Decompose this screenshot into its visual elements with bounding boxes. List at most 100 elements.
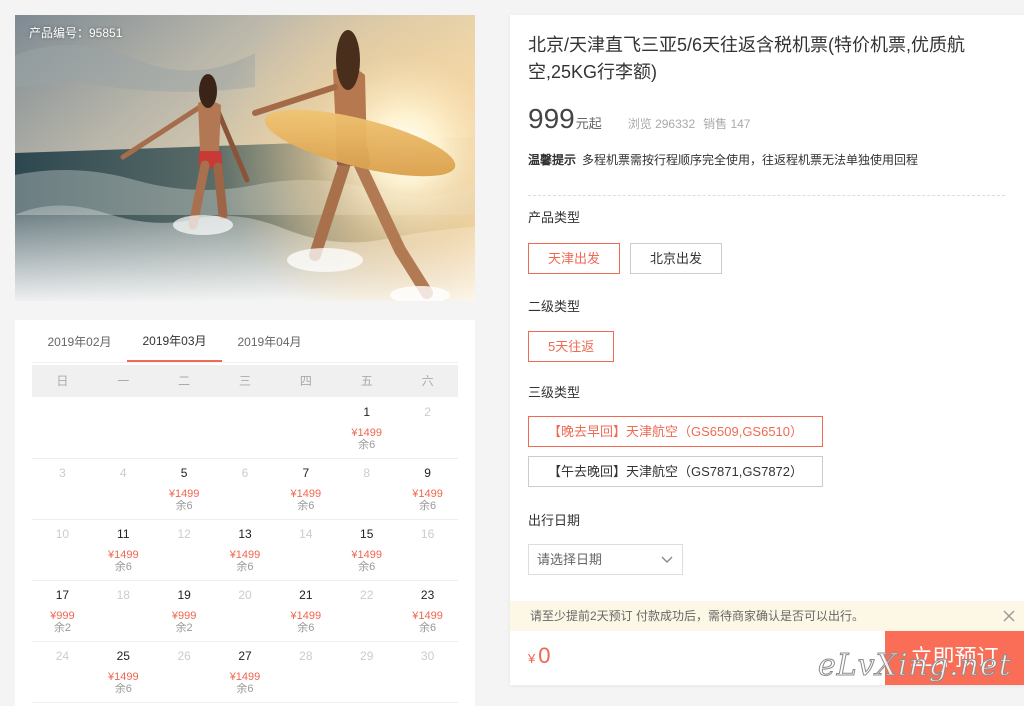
product-info-panel: 北京/天津直飞三亚5/6天往返含税机票(特价机票,优质航空,25KG行李额) 9… xyxy=(510,15,1024,685)
product-title: 北京/天津直飞三亚5/6天往返含税机票(特价机票,优质航空,25KG行李额) xyxy=(528,35,966,82)
weekday-header: 日一二三四五六 xyxy=(32,365,458,397)
day-number: 18 xyxy=(116,588,130,602)
calendar-day-cell[interactable]: 15 ¥1499 余6 xyxy=(336,520,397,580)
calendar-day-cell: 26 xyxy=(154,642,215,702)
tab-divider xyxy=(32,362,458,363)
calendar-day-cell: 12 xyxy=(154,520,215,580)
day-stock: 余6 xyxy=(114,683,132,695)
weekday-label: 日 xyxy=(56,374,69,388)
day-number: 25 xyxy=(116,649,130,663)
calendar-day-cell: 20 xyxy=(215,581,276,641)
book-now-button[interactable]: 立即预订 xyxy=(885,631,1024,685)
product-type-option[interactable]: 天津出发 xyxy=(528,243,621,274)
calendar-day-cell: 8 xyxy=(336,459,397,519)
day-price: ¥1499 xyxy=(290,488,322,500)
calendar-day-cell[interactable]: 9 ¥1499 余6 xyxy=(397,459,458,519)
calendar-day-cell[interactable]: 11 ¥1499 余6 xyxy=(93,520,154,580)
calendar-day-cell[interactable]: 13 ¥1499 余6 xyxy=(215,520,276,580)
total-currency: ¥ xyxy=(528,651,536,666)
notice-bar: 请至少提前2天预订 付款成功后，需待商家确认是否可以出行。 xyxy=(510,601,1024,631)
calendar-day-cell: 10 xyxy=(32,520,93,580)
notice-text: 请至少提前2天预订 付款成功后，需待商家确认是否可以出行。 xyxy=(530,609,865,623)
day-number: 10 xyxy=(55,527,70,541)
calendar-day-cell: 28 xyxy=(275,642,336,702)
day-price: ¥1499 xyxy=(412,610,443,622)
weekday-label: 三 xyxy=(238,374,251,388)
date-select-placeholder: 请选择日期 xyxy=(537,552,603,567)
month-tab[interactable]: 2019年02月 xyxy=(32,322,127,362)
day-price: ¥1499 xyxy=(351,549,382,561)
day-stock: 余2 xyxy=(53,622,71,634)
day-number: 20 xyxy=(238,588,252,602)
day-number: 26 xyxy=(177,649,191,663)
day-number: 8 xyxy=(363,466,371,480)
calendar-day-cell[interactable]: 17 ¥999 余2 xyxy=(32,581,93,641)
day-stock: 余2 xyxy=(175,622,193,634)
calendar-day-cell: 18 xyxy=(93,581,154,641)
close-icon[interactable] xyxy=(1003,610,1015,622)
third-type-option[interactable]: 【晚去早回】天津航空（GS6509,GS6510） xyxy=(528,416,824,447)
day-price: ¥1499 xyxy=(290,610,322,622)
calendar-day-cell: 3 xyxy=(32,459,93,519)
total-amount: 0 xyxy=(538,643,551,668)
day-number: 30 xyxy=(420,649,435,663)
calendar-day-cell[interactable]: 1 ¥1499 余6 xyxy=(336,398,397,458)
day-number: 17 xyxy=(55,588,70,602)
calendar-day-cell: 16 xyxy=(397,520,458,580)
day-number: 15 xyxy=(360,527,374,541)
sub-type-label: 二级类型 xyxy=(528,299,581,314)
day-number: 6 xyxy=(241,466,249,480)
product-id-label: 产品编号：95851 xyxy=(29,26,123,40)
day-stock: 余6 xyxy=(358,439,376,451)
day-number: 16 xyxy=(420,527,435,541)
day-price: ¥1499 xyxy=(107,549,139,561)
month-tab[interactable]: 2019年04月 xyxy=(222,322,317,362)
day-number: 22 xyxy=(360,588,374,602)
day-number: 13 xyxy=(238,527,252,541)
sub-type-option[interactable]: 5天往返 xyxy=(528,331,615,362)
calendar-day-cell[interactable]: 21 ¥1499 余6 xyxy=(275,581,336,641)
calendar-week-row: 3 4 5 ¥1499 余6 6 7 ¥1499 余6 8 9 ¥1499 余6 xyxy=(32,459,458,520)
product-type-label: 产品类型 xyxy=(528,210,581,225)
calendar-day-cell[interactable]: 5 ¥1499 余6 xyxy=(154,459,215,519)
day-stock: 余6 xyxy=(297,622,315,634)
calendar-day-cell[interactable]: 19 ¥999 余2 xyxy=(154,581,215,641)
day-number: 24 xyxy=(55,649,70,663)
calendar-day-cell: 22 xyxy=(336,581,397,641)
total-price: ¥0 xyxy=(528,643,550,669)
day-stock: 余6 xyxy=(358,561,376,573)
date-select[interactable]: 请选择日期 xyxy=(528,544,683,575)
product-type-option[interactable]: 北京出发 xyxy=(630,243,723,274)
day-number: 21 xyxy=(299,588,313,602)
day-number: 5 xyxy=(180,466,188,480)
calendar-day-cell: 24 xyxy=(32,642,93,702)
day-number: 2 xyxy=(424,405,431,419)
weekday-label: 二 xyxy=(178,374,191,388)
tip-text: 多程机票需按行程顺序完全使用，往返程机票无法单独使用回程 xyxy=(582,153,919,167)
day-price: ¥1499 xyxy=(412,488,443,500)
third-type-option[interactable]: 【午去晚回】天津航空（GS7871,GS7872） xyxy=(528,456,824,487)
calendar-week-row: 24 25 ¥1499 余6 26 27 ¥1499 余6 28 29 30 xyxy=(32,642,458,703)
price-value: 999 xyxy=(528,103,575,134)
day-number: 14 xyxy=(299,527,313,541)
day-stock: 余6 xyxy=(236,683,254,695)
day-price: ¥1499 xyxy=(229,671,261,683)
month-tab[interactable]: 2019年03月 xyxy=(127,322,222,362)
calendar-day-cell[interactable]: 7 ¥1499 余6 xyxy=(275,459,336,519)
travel-date-label: 出行日期 xyxy=(528,513,581,528)
calendar-empty-cell xyxy=(215,398,276,458)
calendar-day-cell[interactable]: 27 ¥1499 余6 xyxy=(215,642,276,702)
day-stock: 余6 xyxy=(419,622,437,634)
sub-type-options: 5天往返 xyxy=(528,331,1008,371)
beach-surfers-photo xyxy=(15,15,475,301)
day-stock: 余6 xyxy=(419,500,437,512)
day-number: 11 xyxy=(117,527,130,541)
calendar-day-cell[interactable]: 25 ¥1499 余6 xyxy=(93,642,154,702)
calendar-day-cell[interactable]: 23 ¥1499 余6 xyxy=(397,581,458,641)
weekday-label: 四 xyxy=(299,374,312,388)
day-number: 9 xyxy=(424,466,431,480)
tip-label: 温馨提示 xyxy=(528,153,577,167)
calendar-day-cell: 2 xyxy=(397,398,458,458)
calendar-empty-cell xyxy=(275,398,336,458)
day-stock: 余6 xyxy=(114,561,132,573)
